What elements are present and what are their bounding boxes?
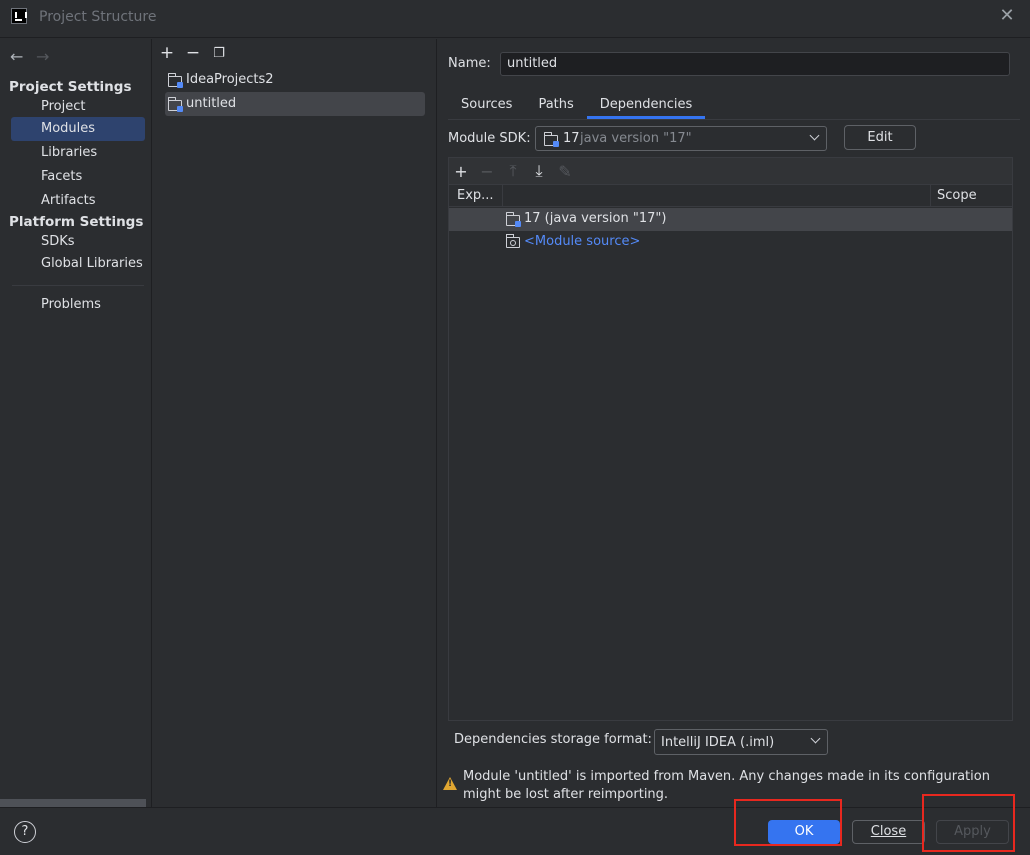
- dependencies-table: + − ⤒ ⤓ ✎ Exp... Scope 17 (java version …: [448, 157, 1013, 721]
- close-button[interactable]: Close: [852, 820, 925, 844]
- table-row[interactable]: 17 (java version "17"): [449, 208, 1012, 231]
- name-label: Name:: [448, 56, 491, 71]
- chevron-down-icon: [810, 733, 821, 744]
- sdk-folder-icon: [506, 212, 521, 227]
- warning-icon: [443, 777, 457, 790]
- move-down-icon[interactable]: ⤓: [531, 161, 547, 181]
- back-arrow-icon[interactable]: ←: [10, 47, 36, 66]
- sidebar-item-problems[interactable]: Problems: [11, 293, 145, 317]
- sidebar-scrollbar[interactable]: [0, 799, 146, 807]
- forward-arrow-icon: →: [36, 47, 50, 66]
- module-sdk-dropdown[interactable]: 17 java version "17": [535, 126, 827, 151]
- tabs-divider: [448, 119, 1020, 120]
- storage-format-label: Dependencies storage format:: [454, 732, 652, 747]
- edit-sdk-button[interactable]: Edit: [844, 125, 916, 150]
- remove-icon: −: [480, 161, 494, 181]
- apply-button: Apply: [936, 820, 1009, 844]
- sidebar-item-facets[interactable]: Facets: [11, 165, 145, 189]
- sidebar-item-modules[interactable]: Modules: [11, 117, 145, 141]
- column-export[interactable]: Exp...: [457, 188, 494, 203]
- sdk-detail: java version "17": [580, 131, 692, 146]
- add-icon[interactable]: +: [159, 43, 175, 63]
- settings-sidebar: ← → Project Settings Project Modules Libr…: [0, 39, 152, 807]
- storage-format-value: IntelliJ IDEA (.iml): [661, 735, 775, 750]
- module-source-icon: [506, 234, 520, 248]
- remove-icon[interactable]: −: [185, 43, 201, 63]
- copy-icon[interactable]: ❐: [211, 46, 227, 61]
- project-settings-header: Project Settings: [9, 79, 132, 95]
- column-scope[interactable]: Scope: [937, 188, 977, 203]
- close-window-icon[interactable]: ✕: [998, 7, 1016, 25]
- tab-dependencies[interactable]: Dependencies: [586, 93, 706, 119]
- module-folder-icon: [168, 97, 183, 112]
- storage-format-dropdown[interactable]: IntelliJ IDEA (.iml): [654, 729, 828, 755]
- edit-icon: ✎: [558, 161, 572, 181]
- module-name-field[interactable]: untitled: [500, 52, 1010, 76]
- move-up-icon: ⤒: [509, 161, 517, 180]
- module-item-ideaprojects2[interactable]: IdeaProjects2: [165, 68, 425, 92]
- sidebar-item-libraries[interactable]: Libraries: [11, 141, 145, 165]
- sidebar-item-global-libraries[interactable]: Global Libraries: [11, 252, 145, 276]
- module-item-untitled[interactable]: untitled: [165, 92, 425, 116]
- module-folder-icon: [168, 73, 183, 88]
- module-list-panel: + − ❐ IdeaProjects2 untitled: [153, 39, 437, 807]
- window-title: Project Structure: [39, 9, 157, 25]
- sdk-version: 17: [563, 131, 580, 146]
- tab-paths[interactable]: Paths: [525, 93, 586, 119]
- maven-warning-text: Module 'untitled' is imported from Maven…: [463, 769, 990, 802]
- dependency-label: <Module source>: [524, 234, 641, 249]
- module-label: IdeaProjects2: [186, 72, 274, 87]
- sidebar-item-sdks[interactable]: SDKs: [11, 230, 145, 254]
- module-detail-panel: Name: untitled Sources Paths Dependencie…: [438, 39, 1030, 807]
- intellij-app-icon: [11, 8, 27, 24]
- title-bar: Project Structure ✕: [0, 0, 1030, 38]
- sidebar-item-project[interactable]: Project: [11, 95, 145, 119]
- dependencies-toolbar: + − ⤒ ⤓ ✎: [449, 158, 1012, 184]
- ok-button[interactable]: OK: [768, 820, 840, 844]
- sdk-folder-icon: [544, 132, 559, 147]
- sidebar-item-artifacts[interactable]: Artifacts: [11, 189, 145, 213]
- add-icon[interactable]: +: [453, 162, 469, 181]
- table-header: Exp... Scope: [449, 184, 1012, 207]
- dialog-footer: ? OK Close Apply: [0, 807, 1030, 855]
- module-label: untitled: [186, 96, 237, 111]
- detail-tabs: Sources Paths Dependencies: [448, 93, 706, 119]
- sidebar-divider: [12, 285, 144, 286]
- module-toolbar: + − ❐: [159, 42, 227, 64]
- tab-sources[interactable]: Sources: [448, 93, 525, 119]
- module-sdk-label: Module SDK:: [448, 131, 531, 146]
- chevron-down-icon: [809, 130, 820, 141]
- table-row[interactable]: <Module source>: [449, 231, 1012, 254]
- dependency-label: 17 (java version "17"): [524, 211, 667, 226]
- platform-settings-header: Platform Settings: [9, 214, 144, 230]
- history-nav: ← →: [10, 47, 62, 66]
- help-icon[interactable]: ?: [14, 821, 36, 843]
